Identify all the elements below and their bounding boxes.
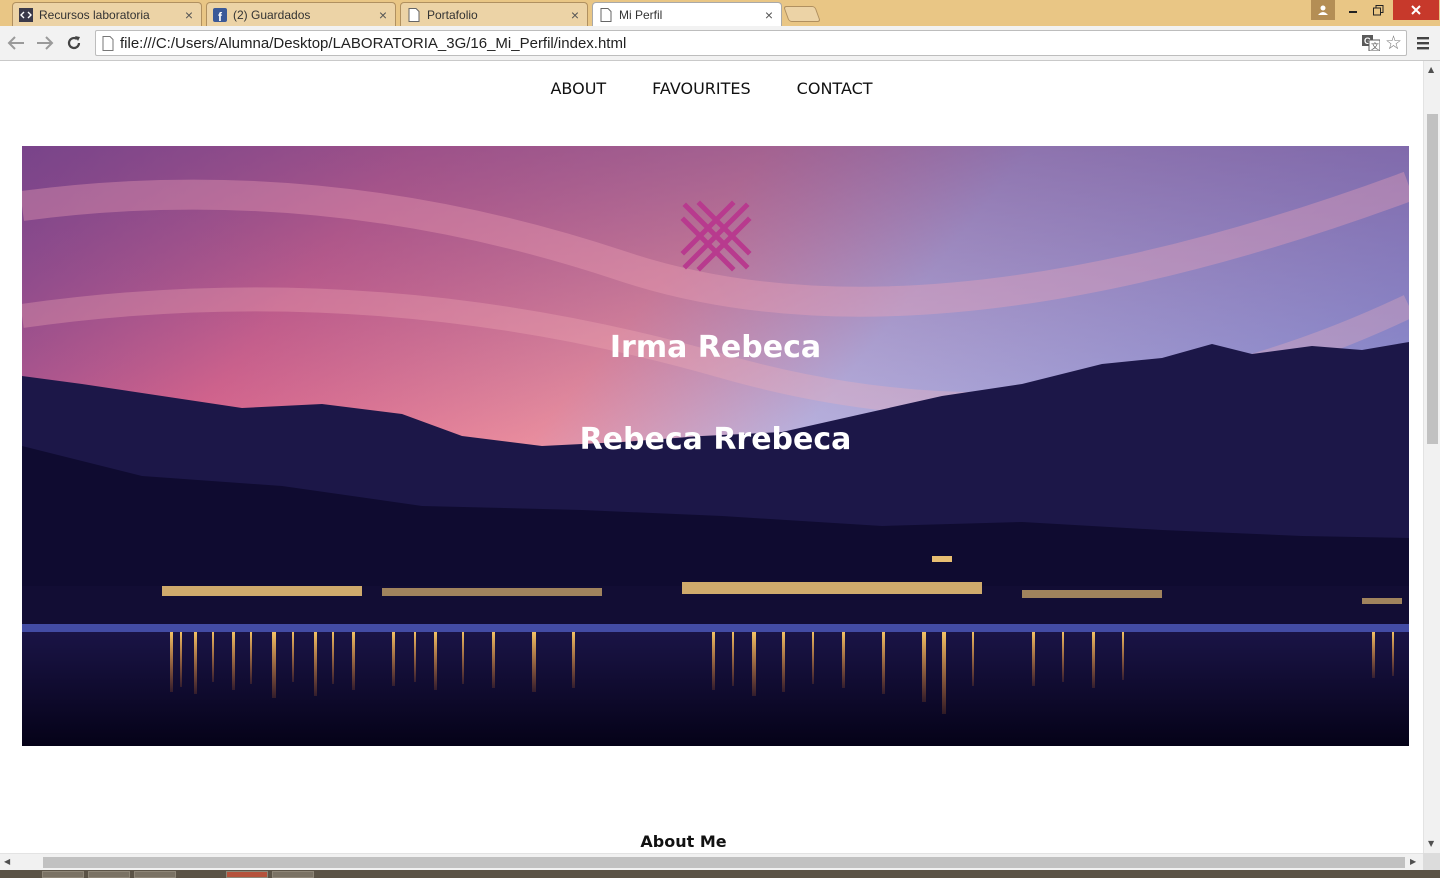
tab-mi-perfil[interactable]: Mi Perfil × [592, 2, 782, 27]
taskbar-button[interactable] [42, 871, 84, 878]
hero-name-primary: Irma Rebeca [609, 330, 822, 365]
scrollbar-corner [1423, 853, 1440, 870]
restore-button[interactable] [1366, 0, 1390, 20]
tab-label: Mi Perfil [619, 8, 663, 22]
about-section-title: About Me [640, 832, 727, 851]
hero-banner: Irma Rebeca Rebeca Rrebeca [22, 146, 1409, 746]
back-arrow-icon[interactable] [6, 33, 26, 53]
user-profile-icon[interactable] [1311, 0, 1335, 20]
code-icon [19, 7, 33, 22]
url-text[interactable]: file:///C:/Users/Alumna/Desktop/LABORATO… [120, 35, 626, 52]
scroll-down-arrow-icon[interactable]: ▼ [1428, 839, 1434, 848]
close-tab-icon[interactable]: × [569, 7, 581, 23]
address-bar[interactable]: file:///C:/Users/Alumna/Desktop/LABORATO… [95, 30, 1407, 56]
tab-label: (2) Guardados [233, 7, 311, 22]
nav-link-about[interactable]: ABOUT [550, 79, 606, 98]
reload-icon[interactable] [64, 33, 84, 53]
vertical-scrollbar[interactable]: ▲ ▼ [1423, 61, 1440, 853]
tab-guardados[interactable]: f (2) Guardados × [206, 2, 396, 26]
close-window-button[interactable] [1393, 0, 1439, 20]
scroll-right-arrow-icon[interactable]: ▶ [1410, 857, 1416, 866]
tab-portafolio[interactable]: Portafolio × [400, 2, 588, 26]
bookmark-star-icon[interactable]: ☆ [1385, 32, 1402, 54]
close-tab-icon[interactable]: × [763, 7, 775, 23]
nav-link-contact[interactable]: CONTACT [797, 79, 873, 98]
svg-text:文: 文 [1371, 41, 1379, 51]
vertical-scroll-thumb[interactable] [1427, 114, 1438, 444]
horizontal-scroll-thumb[interactable] [43, 857, 1405, 868]
page-icon [599, 8, 613, 22]
browser-toolbar: file:///C:/Users/Alumna/Desktop/LABORATO… [0, 26, 1440, 61]
tab-label: Portafolio [427, 7, 478, 22]
scroll-left-arrow-icon[interactable]: ◀ [4, 857, 10, 866]
hero-name-secondary: Rebeca Rrebeca [579, 422, 852, 457]
facebook-icon: f [213, 7, 227, 22]
os-taskbar [0, 870, 1440, 878]
taskbar-button[interactable] [134, 871, 176, 878]
browser-titlebar: Recursos laboratoria × f (2) Guardados ×… [0, 0, 1440, 27]
minimize-button[interactable] [1341, 0, 1365, 20]
main-nav: ABOUT FAVOURITES CONTACT [0, 79, 1423, 98]
nav-link-favourites[interactable]: FAVOURITES [652, 79, 751, 98]
taskbar-button[interactable] [226, 871, 268, 878]
page-icon [102, 36, 114, 51]
forward-arrow-icon[interactable] [35, 33, 55, 53]
close-tab-icon[interactable]: × [183, 7, 195, 23]
logo-icon [680, 200, 752, 272]
translate-icon[interactable]: G文 [1362, 35, 1381, 52]
horizontal-scrollbar[interactable]: ◀ ▶ [0, 853, 1423, 870]
menu-icon[interactable] [1414, 34, 1432, 52]
taskbar-button[interactable] [88, 871, 130, 878]
close-tab-icon[interactable]: × [377, 7, 389, 23]
page-viewport: ABOUT FAVOURITES CONTACT Irma Rebeca Reb… [0, 61, 1423, 853]
tab-recursos-laboratoria[interactable]: Recursos laboratoria × [12, 2, 202, 26]
tab-label: Recursos laboratoria [39, 7, 150, 22]
page-icon [407, 7, 421, 22]
scroll-up-arrow-icon[interactable]: ▲ [1428, 65, 1434, 74]
new-tab-button[interactable] [783, 6, 821, 22]
taskbar-button[interactable] [272, 871, 314, 878]
